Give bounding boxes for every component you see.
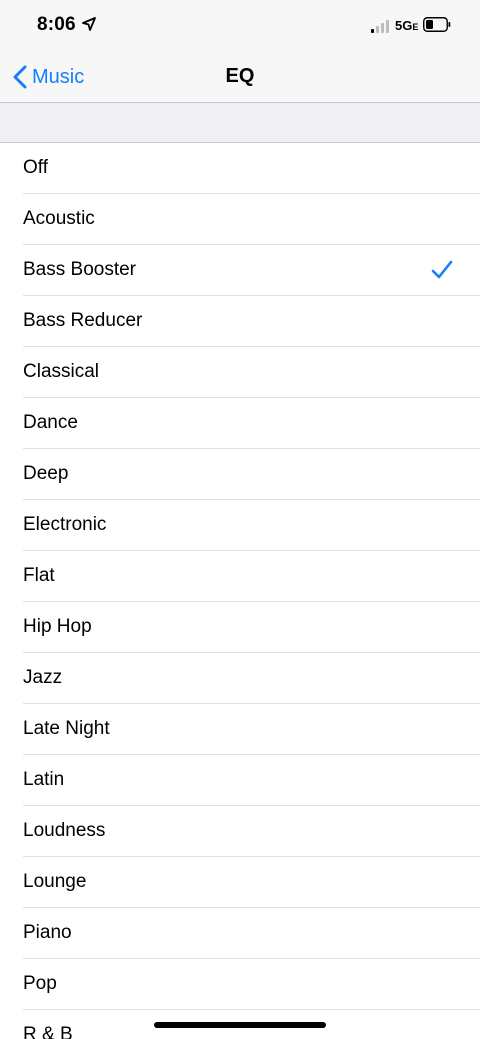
eq-preset-item[interactable]: Late Night <box>0 704 480 755</box>
status-bar: 8:06 5GE <box>0 0 480 52</box>
back-button[interactable]: Music <box>12 62 84 92</box>
eq-preset-label: Loudness <box>23 820 106 841</box>
eq-preset-item[interactable]: Hip Hop <box>0 602 480 653</box>
eq-preset-item[interactable]: Acoustic <box>0 194 480 245</box>
eq-preset-label: Late Night <box>23 718 110 739</box>
eq-preset-label: Deep <box>23 463 69 484</box>
section-header-spacer <box>0 103 480 142</box>
navigation-bar: EQ Music <box>0 52 480 102</box>
eq-preset-item[interactable]: Bass Booster <box>0 245 480 296</box>
eq-preset-item[interactable]: Deep <box>0 449 480 500</box>
battery-icon <box>423 17 451 32</box>
home-indicator[interactable] <box>154 1022 326 1028</box>
eq-preset-item[interactable]: Off <box>0 143 480 194</box>
eq-preset-label: Bass Reducer <box>23 310 143 331</box>
eq-preset-label: Dance <box>23 412 78 433</box>
location-arrow-icon <box>82 17 96 31</box>
eq-preset-list: Off Acoustic Bass Booster Bass Reducer Class… <box>0 143 480 1039</box>
eq-preset-item[interactable]: Latin <box>0 755 480 806</box>
eq-preset-label: Hip Hop <box>23 616 92 637</box>
eq-preset-item[interactable]: Pop <box>0 959 480 1010</box>
eq-preset-label: Pop <box>23 973 57 994</box>
cellular-signal-icon <box>371 20 391 33</box>
eq-settings-screen: 8:06 5GE EQ Music Off Acoustic Bass Booste… <box>0 0 480 1039</box>
eq-preset-label: Jazz <box>23 667 63 688</box>
back-button-label: Music <box>32 65 85 88</box>
eq-preset-label: Lounge <box>23 871 87 892</box>
status-time: 8:06 <box>37 14 76 35</box>
eq-preset-label: R & B <box>23 1024 73 1039</box>
eq-preset-label: Piano <box>23 922 72 943</box>
eq-preset-item[interactable]: Piano <box>0 908 480 959</box>
network-type-suffix: E <box>412 22 419 32</box>
eq-preset-label: Off <box>23 157 48 178</box>
eq-preset-item[interactable]: Bass Reducer <box>0 296 480 347</box>
eq-preset-label: Electronic <box>23 514 107 535</box>
eq-preset-item[interactable]: Electronic <box>0 500 480 551</box>
eq-preset-item[interactable]: Loudness <box>0 806 480 857</box>
eq-preset-item[interactable]: Dance <box>0 398 480 449</box>
eq-preset-item[interactable]: Lounge <box>0 857 480 908</box>
eq-preset-label: Classical <box>23 361 100 382</box>
eq-preset-label: Bass Booster <box>23 259 136 280</box>
eq-preset-item[interactable]: Jazz <box>0 653 480 704</box>
network-type-label: 5GE <box>395 18 418 33</box>
chevron-left-icon <box>13 65 27 89</box>
eq-preset-item[interactable]: Flat <box>0 551 480 602</box>
network-type: 5G <box>395 18 413 33</box>
checkmark-icon <box>431 260 453 279</box>
eq-preset-item[interactable]: Classical <box>0 347 480 398</box>
eq-preset-label: Latin <box>23 769 65 790</box>
eq-preset-label: Flat <box>23 565 55 586</box>
eq-preset-label: Acoustic <box>23 208 95 229</box>
